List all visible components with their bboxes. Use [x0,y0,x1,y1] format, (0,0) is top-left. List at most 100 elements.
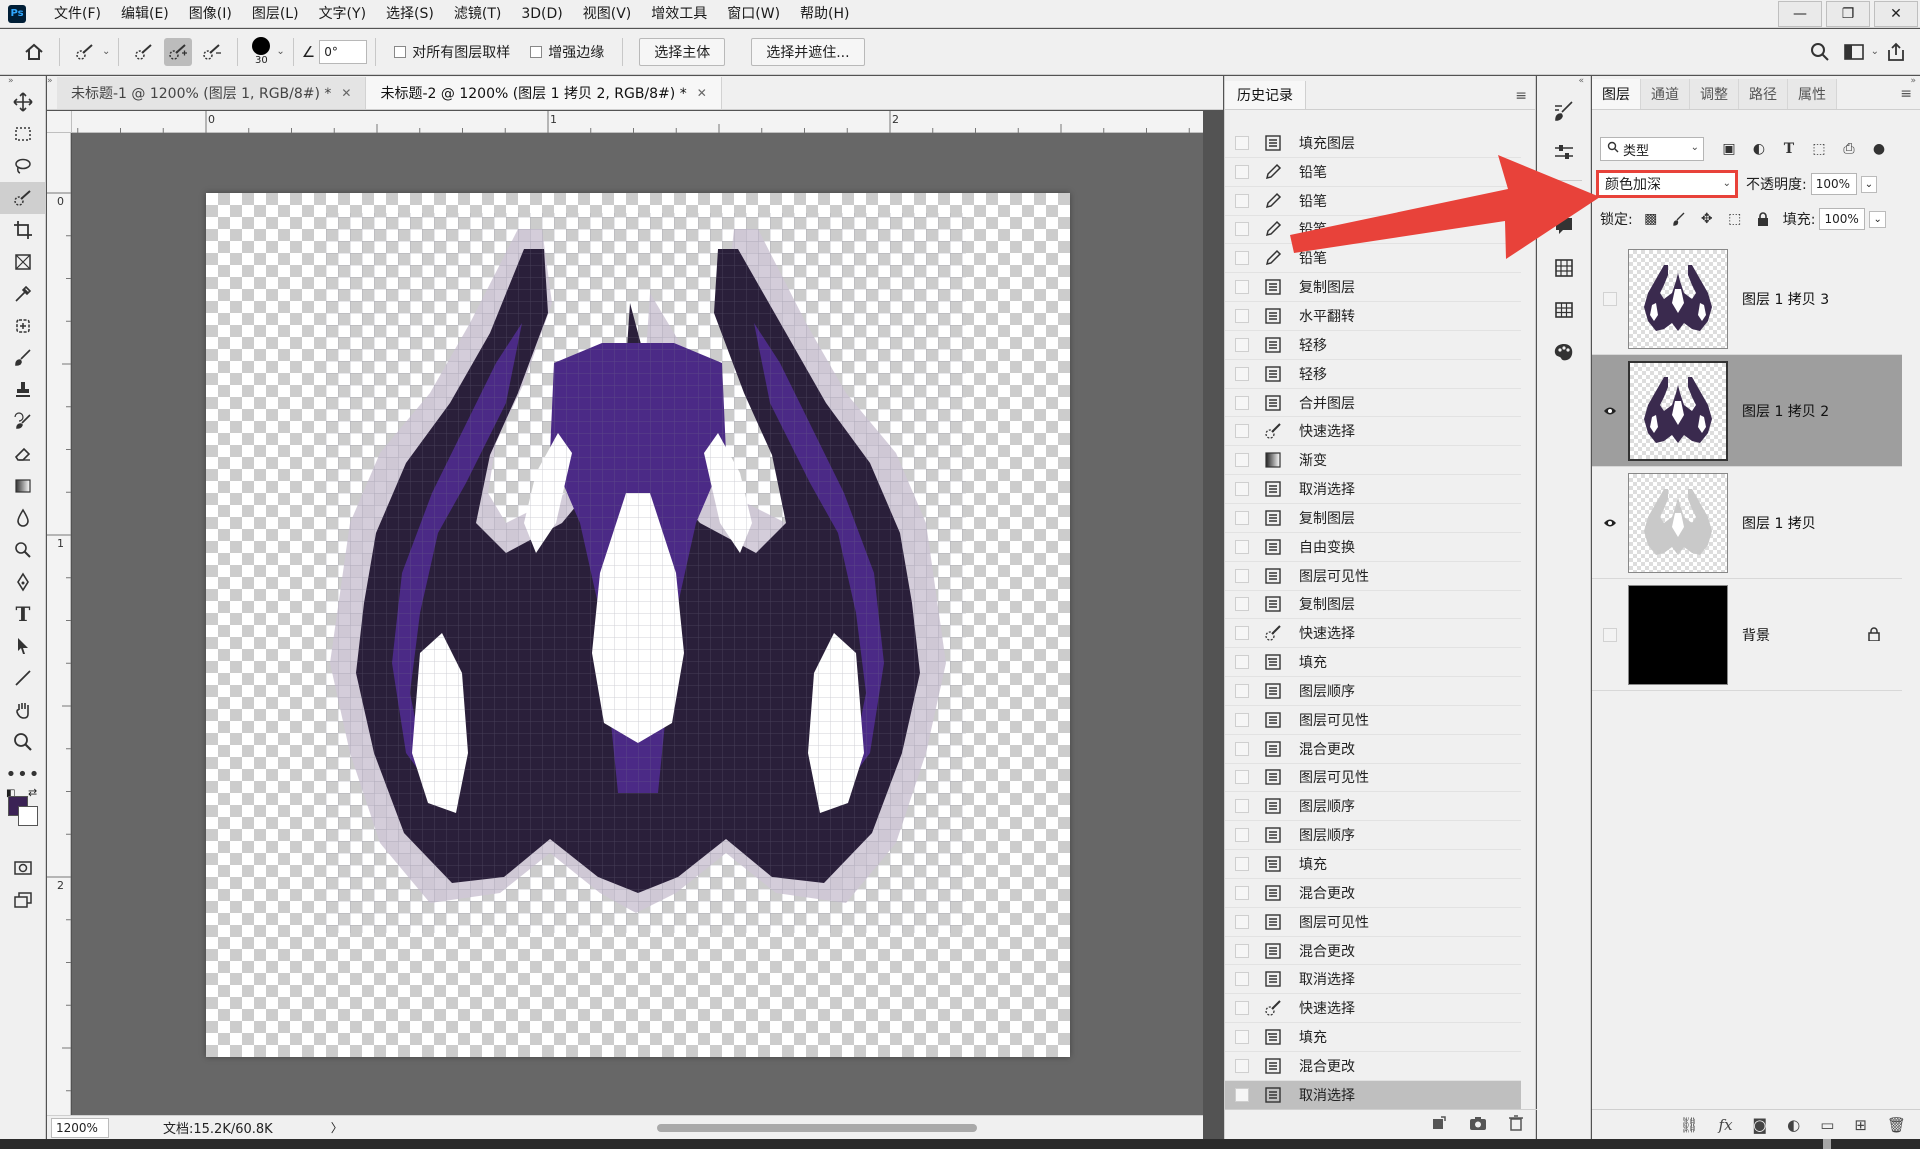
fill-input[interactable]: 100% [1819,208,1866,230]
menu-item-10[interactable]: 窗口(W) [717,0,790,28]
history-source-checkbox[interactable] [1235,308,1249,323]
history-item[interactable]: 轻移 [1225,360,1521,389]
comments-icon[interactable] [1537,209,1591,243]
snapshot-camera-icon[interactable] [1469,1115,1487,1135]
filter-toggle-icon[interactable]: ● [1864,141,1894,157]
tab-adjustments[interactable]: 调整 [1690,79,1739,109]
menu-item-4[interactable]: 文字(Y) [309,0,376,28]
checkbox-box[interactable] [530,45,543,58]
panel-menu-icon[interactable]: ≡ [1515,88,1527,104]
layer-name[interactable]: 图层 1 拷贝 3 [1742,289,1829,309]
history-source-checkbox[interactable] [1235,885,1249,900]
history-source-checkbox[interactable] [1235,597,1249,612]
tab-properties[interactable]: 属性 [1788,79,1837,109]
history-item[interactable]: 快速选择 [1225,994,1521,1024]
collapse-icon[interactable]: » [47,76,57,86]
adjustments-sliders-icon[interactable] [1537,136,1591,170]
brush-tool-icon[interactable] [0,342,46,374]
history-brush-tool-icon[interactable] [0,406,46,438]
close-button[interactable]: ✕ [1874,1,1918,27]
menu-item-3[interactable]: 图层(L) [242,0,309,28]
menu-item-9[interactable]: 增效工具 [641,0,717,28]
tab-layers[interactable]: 图层 [1592,79,1641,109]
angle-input[interactable]: 0° [319,39,368,64]
eye-visible-icon[interactable] [1592,406,1628,416]
history-source-checkbox[interactable] [1235,510,1249,525]
scrollbar-thumb[interactable] [657,1124,977,1132]
history-item[interactable]: 混合更改 [1225,879,1521,908]
history-item[interactable]: 铅笔 [1225,158,1521,187]
opacity-input[interactable]: 100% [1810,173,1857,195]
blur-tool-icon[interactable] [0,502,46,534]
history-item[interactable]: 水平翻转 [1225,302,1521,331]
quick-select-preset-icon[interactable] [71,38,99,66]
visibility-box[interactable] [1603,291,1617,306]
history-item[interactable]: 取消选择 [1225,965,1521,995]
history-item[interactable]: 合并图层 [1225,389,1521,418]
layer-filter-select[interactable]: 类型 ⌄ [1600,137,1704,161]
history-item[interactable]: 轻移 [1225,331,1521,360]
path-selection-tool-icon[interactable] [0,630,46,662]
adjustment-layer-filter-icon[interactable]: ◐ [1744,141,1774,157]
history-source-checkbox[interactable] [1235,337,1249,352]
eye-visible-icon[interactable] [1592,518,1628,528]
history-item[interactable]: 复制图层 [1225,591,1521,620]
history-item[interactable]: 填充 [1225,850,1521,879]
history-item[interactable]: 混合更改 [1225,1052,1521,1081]
dodge-tool-icon[interactable] [0,534,46,566]
layer-name[interactable]: 图层 1 拷贝 [1742,513,1816,533]
smart-object-filter-icon[interactable]: ⎙ [1834,141,1864,157]
menu-item-7[interactable]: 3D(D) [511,0,572,28]
layer-row[interactable]: 图层 1 拷贝 [1592,467,1902,579]
share-icon[interactable] [1882,38,1910,66]
screen-mode-icon[interactable] [0,884,46,916]
history-source-checkbox[interactable] [1235,1087,1249,1102]
history-source-checkbox[interactable] [1235,799,1249,814]
pen-tool-icon[interactable] [0,566,46,598]
tab-history[interactable]: 历史记录 [1225,81,1306,109]
tab-paths[interactable]: 路径 [1739,79,1788,109]
layer-name[interactable]: 图层 1 拷贝 2 [1742,401,1829,421]
close-tab-icon[interactable]: ✕ [341,86,351,100]
history-source-checkbox[interactable] [1235,222,1249,237]
history-source-checkbox[interactable] [1235,1030,1249,1045]
shape-layer-filter-icon[interactable]: ⬚ [1804,141,1834,157]
menu-item-6[interactable]: 滤镜(T) [444,0,511,28]
history-source-checkbox[interactable] [1235,655,1249,670]
eye-hidden-toggle[interactable] [1592,627,1628,642]
frame-tool-icon[interactable] [0,246,46,278]
eye-hidden-toggle[interactable] [1592,291,1628,306]
lock-all-icon[interactable] [1749,212,1777,226]
layer-effects-icon[interactable]: fx [1719,1116,1733,1134]
horizontal-scrollbar[interactable] [352,1122,1202,1134]
history-source-checkbox[interactable] [1235,712,1249,727]
history-item[interactable]: 图层可见性 [1225,562,1521,591]
home-icon[interactable] [20,38,48,66]
menu-item-2[interactable]: 图像(I) [179,0,242,28]
eyedropper-tool-icon[interactable] [0,278,46,310]
history-source-checkbox[interactable] [1235,741,1249,756]
chevron-down-icon[interactable]: ⌄ [276,46,284,57]
history-source-checkbox[interactable] [1235,857,1249,872]
menu-item-1[interactable]: 编辑(E) [111,0,179,28]
gradient-tool-icon[interactable] [0,470,46,502]
history-source-checkbox[interactable] [1235,568,1249,583]
history-item[interactable]: 复制图层 [1225,273,1521,303]
chevron-down-icon[interactable]: ⌄ [1869,210,1886,228]
zoom-level-input[interactable]: 1200% [51,1117,109,1138]
lock-image-pixels-icon[interactable] [1665,212,1693,226]
menu-item-8[interactable]: 视图(V) [573,0,642,28]
layer-comps-icon[interactable] [1537,251,1591,285]
hand-tool-icon[interactable] [0,694,46,726]
brush-settings-icon[interactable] [1537,94,1591,128]
quick-selection-tool-icon[interactable] [0,182,46,214]
history-source-checkbox[interactable] [1235,453,1249,468]
collapse-icon[interactable]: » [1910,76,1916,86]
history-item[interactable]: 填充 [1225,648,1521,678]
sample-all-layers-checkbox[interactable]: 对所有图层取样 [394,42,510,62]
history-item[interactable]: 铅笔 [1225,244,1521,274]
history-source-checkbox[interactable] [1235,1058,1249,1073]
select-and-mask-button[interactable]: 选择并遮住... [751,37,865,66]
search-icon[interactable] [1806,38,1834,66]
history-item[interactable]: 铅笔 [1225,216,1521,245]
